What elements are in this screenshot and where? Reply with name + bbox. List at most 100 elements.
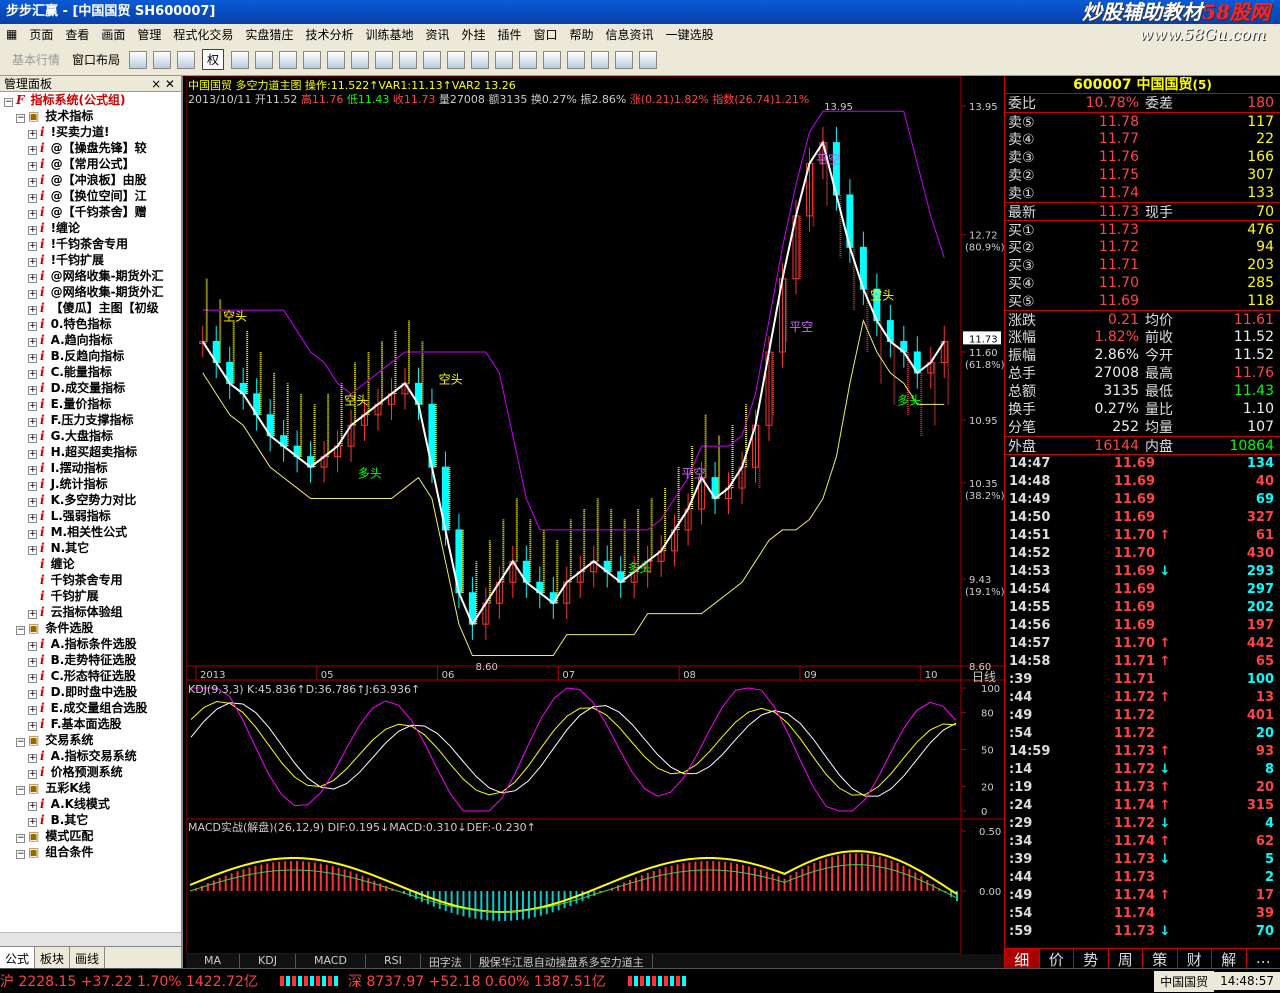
menu-0[interactable]: 页面	[23, 26, 59, 43]
expand-icon[interactable]: +	[28, 274, 37, 283]
expand-icon[interactable]: +	[28, 674, 37, 683]
app-menu-icon[interactable]: ▦	[0, 27, 23, 41]
indicator-tab[interactable]: RSI	[366, 954, 421, 968]
window-icon[interactable]	[399, 50, 418, 69]
ray-tool-icon[interactable]	[519, 50, 538, 69]
horizontal-scrollbar[interactable]	[0, 932, 181, 946]
tree-item[interactable]: + i D.成交量指标	[0, 380, 181, 396]
sz-index[interactable]: 深 8737.97 +52.18 0.60% 1387.51亿	[348, 971, 606, 991]
rect-tool-icon[interactable]	[591, 50, 610, 69]
expand-icon[interactable]: −	[16, 850, 25, 859]
expand-icon[interactable]: +	[28, 466, 37, 475]
tree-item[interactable]: + i G.大盘指标	[0, 428, 181, 444]
tree-item[interactable]: + i C.形态特征选股	[0, 668, 181, 684]
chart-icon[interactable]	[303, 50, 322, 69]
tree-item[interactable]: − ▣ 组合条件	[0, 844, 181, 860]
tree-item[interactable]: − ▣ 条件选股	[0, 620, 181, 636]
tree-item[interactable]: + i A.趋向指标	[0, 332, 181, 348]
tree-item[interactable]: + i E.量价指标	[0, 396, 181, 412]
list-icon[interactable]	[279, 50, 298, 69]
quote-tab[interactable]: 周	[1109, 949, 1143, 969]
tree-item[interactable]: + i !千钧扩展	[0, 252, 181, 268]
tree-item[interactable]: i 缠论	[0, 556, 181, 572]
menu-4[interactable]: 程式化交易	[167, 26, 239, 43]
tree-item[interactable]: + i A.指标交易系统	[0, 748, 181, 764]
quote-tab[interactable]: 策	[1143, 949, 1178, 969]
indicator-icon[interactable]	[231, 50, 250, 69]
fib-tool-icon[interactable]	[567, 50, 586, 69]
expand-icon[interactable]: +	[28, 162, 37, 171]
expand-icon[interactable]: −	[4, 98, 13, 107]
tree-item[interactable]: + i @【操盘先锋】较	[0, 140, 181, 156]
tree-item[interactable]: + i H.超买超卖指标	[0, 444, 181, 460]
menu-6[interactable]: 技术分析	[299, 26, 359, 43]
expand-icon[interactable]: +	[28, 338, 37, 347]
tree-item[interactable]: − ▣ 技术指标	[0, 108, 181, 124]
menu-3[interactable]: 管理	[131, 26, 167, 43]
tree-item[interactable]: + i 0.特色指标	[0, 316, 181, 332]
grid-icon[interactable]	[255, 50, 274, 69]
expand-icon[interactable]: +	[28, 242, 37, 251]
tree-item[interactable]: + i A.指标条件选股	[0, 636, 181, 652]
expand-icon[interactable]: +	[28, 322, 37, 331]
expand-icon[interactable]: +	[28, 386, 37, 395]
expand-icon[interactable]: −	[16, 834, 25, 843]
tree-item[interactable]: + i 【傻瓜】主图【初级	[0, 300, 181, 316]
period-label[interactable]: 日线	[972, 668, 996, 685]
expand-icon[interactable]: +	[28, 226, 37, 235]
menu-10[interactable]: 插件	[492, 26, 528, 43]
expand-icon[interactable]: +	[28, 722, 37, 731]
menu-2[interactable]: 画面	[95, 26, 131, 43]
menu-12[interactable]: 帮助	[564, 26, 600, 43]
quote-tab[interactable]: 解	[1212, 949, 1247, 969]
menu-8[interactable]: 资讯	[419, 26, 455, 43]
menu-13[interactable]: 信息资讯	[600, 26, 660, 43]
indicator-tab[interactable]: MACD	[296, 954, 366, 968]
tree-item[interactable]: + i !千钧茶舍专用	[0, 236, 181, 252]
expand-icon[interactable]: −	[16, 738, 25, 747]
tree-item[interactable]: + i @【千钧茶舍】赠	[0, 204, 181, 220]
quan-button[interactable]: 权	[202, 49, 225, 70]
tree-item[interactable]: + i N.其它	[0, 540, 181, 556]
basic-quote-button[interactable]: 基本行情	[6, 51, 66, 68]
quote-tab[interactable]: 财	[1178, 949, 1212, 969]
indicator-tab[interactable]: 田字法	[421, 954, 471, 969]
tree-item[interactable]: − F 指标系统(公式组)	[0, 92, 181, 108]
window-layout-button[interactable]: 窗口布局	[66, 51, 126, 68]
tree-item[interactable]: + i @网络收集-期货外汇	[0, 284, 181, 300]
panel-tab[interactable]: 公式	[0, 947, 36, 968]
expand-icon[interactable]: +	[28, 690, 37, 699]
move-icon[interactable]	[153, 50, 172, 69]
folder-icon[interactable]	[129, 50, 148, 69]
split-icon[interactable]	[423, 50, 442, 69]
quote-tab[interactable]: 势	[1074, 949, 1109, 969]
tree-item[interactable]: + i B.反趋向指标	[0, 348, 181, 364]
tree-item[interactable]: + i !买卖力道!	[0, 124, 181, 140]
text-tool-icon[interactable]	[615, 50, 634, 69]
expand-icon[interactable]: +	[28, 498, 37, 507]
menu-1[interactable]: 查看	[59, 26, 95, 43]
indicator-tab[interactable]: MA	[186, 954, 241, 968]
tree-item[interactable]: + i @【冲浪板】由股	[0, 172, 181, 188]
expand-icon[interactable]: +	[28, 258, 37, 267]
quote-tab[interactable]: 细	[1005, 949, 1040, 969]
expand-icon[interactable]: +	[28, 514, 37, 523]
quote-tab[interactable]: 价	[1040, 949, 1074, 969]
expand-icon[interactable]: −	[16, 114, 25, 123]
indicator-tab[interactable]: KDJ	[240, 954, 296, 968]
close-icon[interactable]: × ✕	[151, 76, 181, 91]
expand-icon[interactable]: −	[16, 626, 25, 635]
tree-item[interactable]: − ▣ 模式匹配	[0, 828, 181, 844]
zoom-icon[interactable]	[177, 50, 196, 69]
chart-area[interactable]: 13.95 12.72 (80.9%) 11.60 (61.8%) 10.95 10.35(…	[186, 76, 1004, 954]
expand-icon[interactable]: +	[28, 450, 37, 459]
menu-5[interactable]: 实盘猎庄	[239, 26, 299, 43]
panel-tab[interactable]: 板块	[35, 947, 71, 968]
expand-icon[interactable]: +	[28, 418, 37, 427]
menu-9[interactable]: 外挂	[455, 26, 491, 43]
tree-item[interactable]: + i E.成交量组合选股	[0, 700, 181, 716]
table-icon[interactable]	[351, 50, 370, 69]
expand-icon[interactable]: +	[28, 770, 37, 779]
cross-tool-icon[interactable]	[495, 50, 514, 69]
expand-icon[interactable]: +	[28, 706, 37, 715]
